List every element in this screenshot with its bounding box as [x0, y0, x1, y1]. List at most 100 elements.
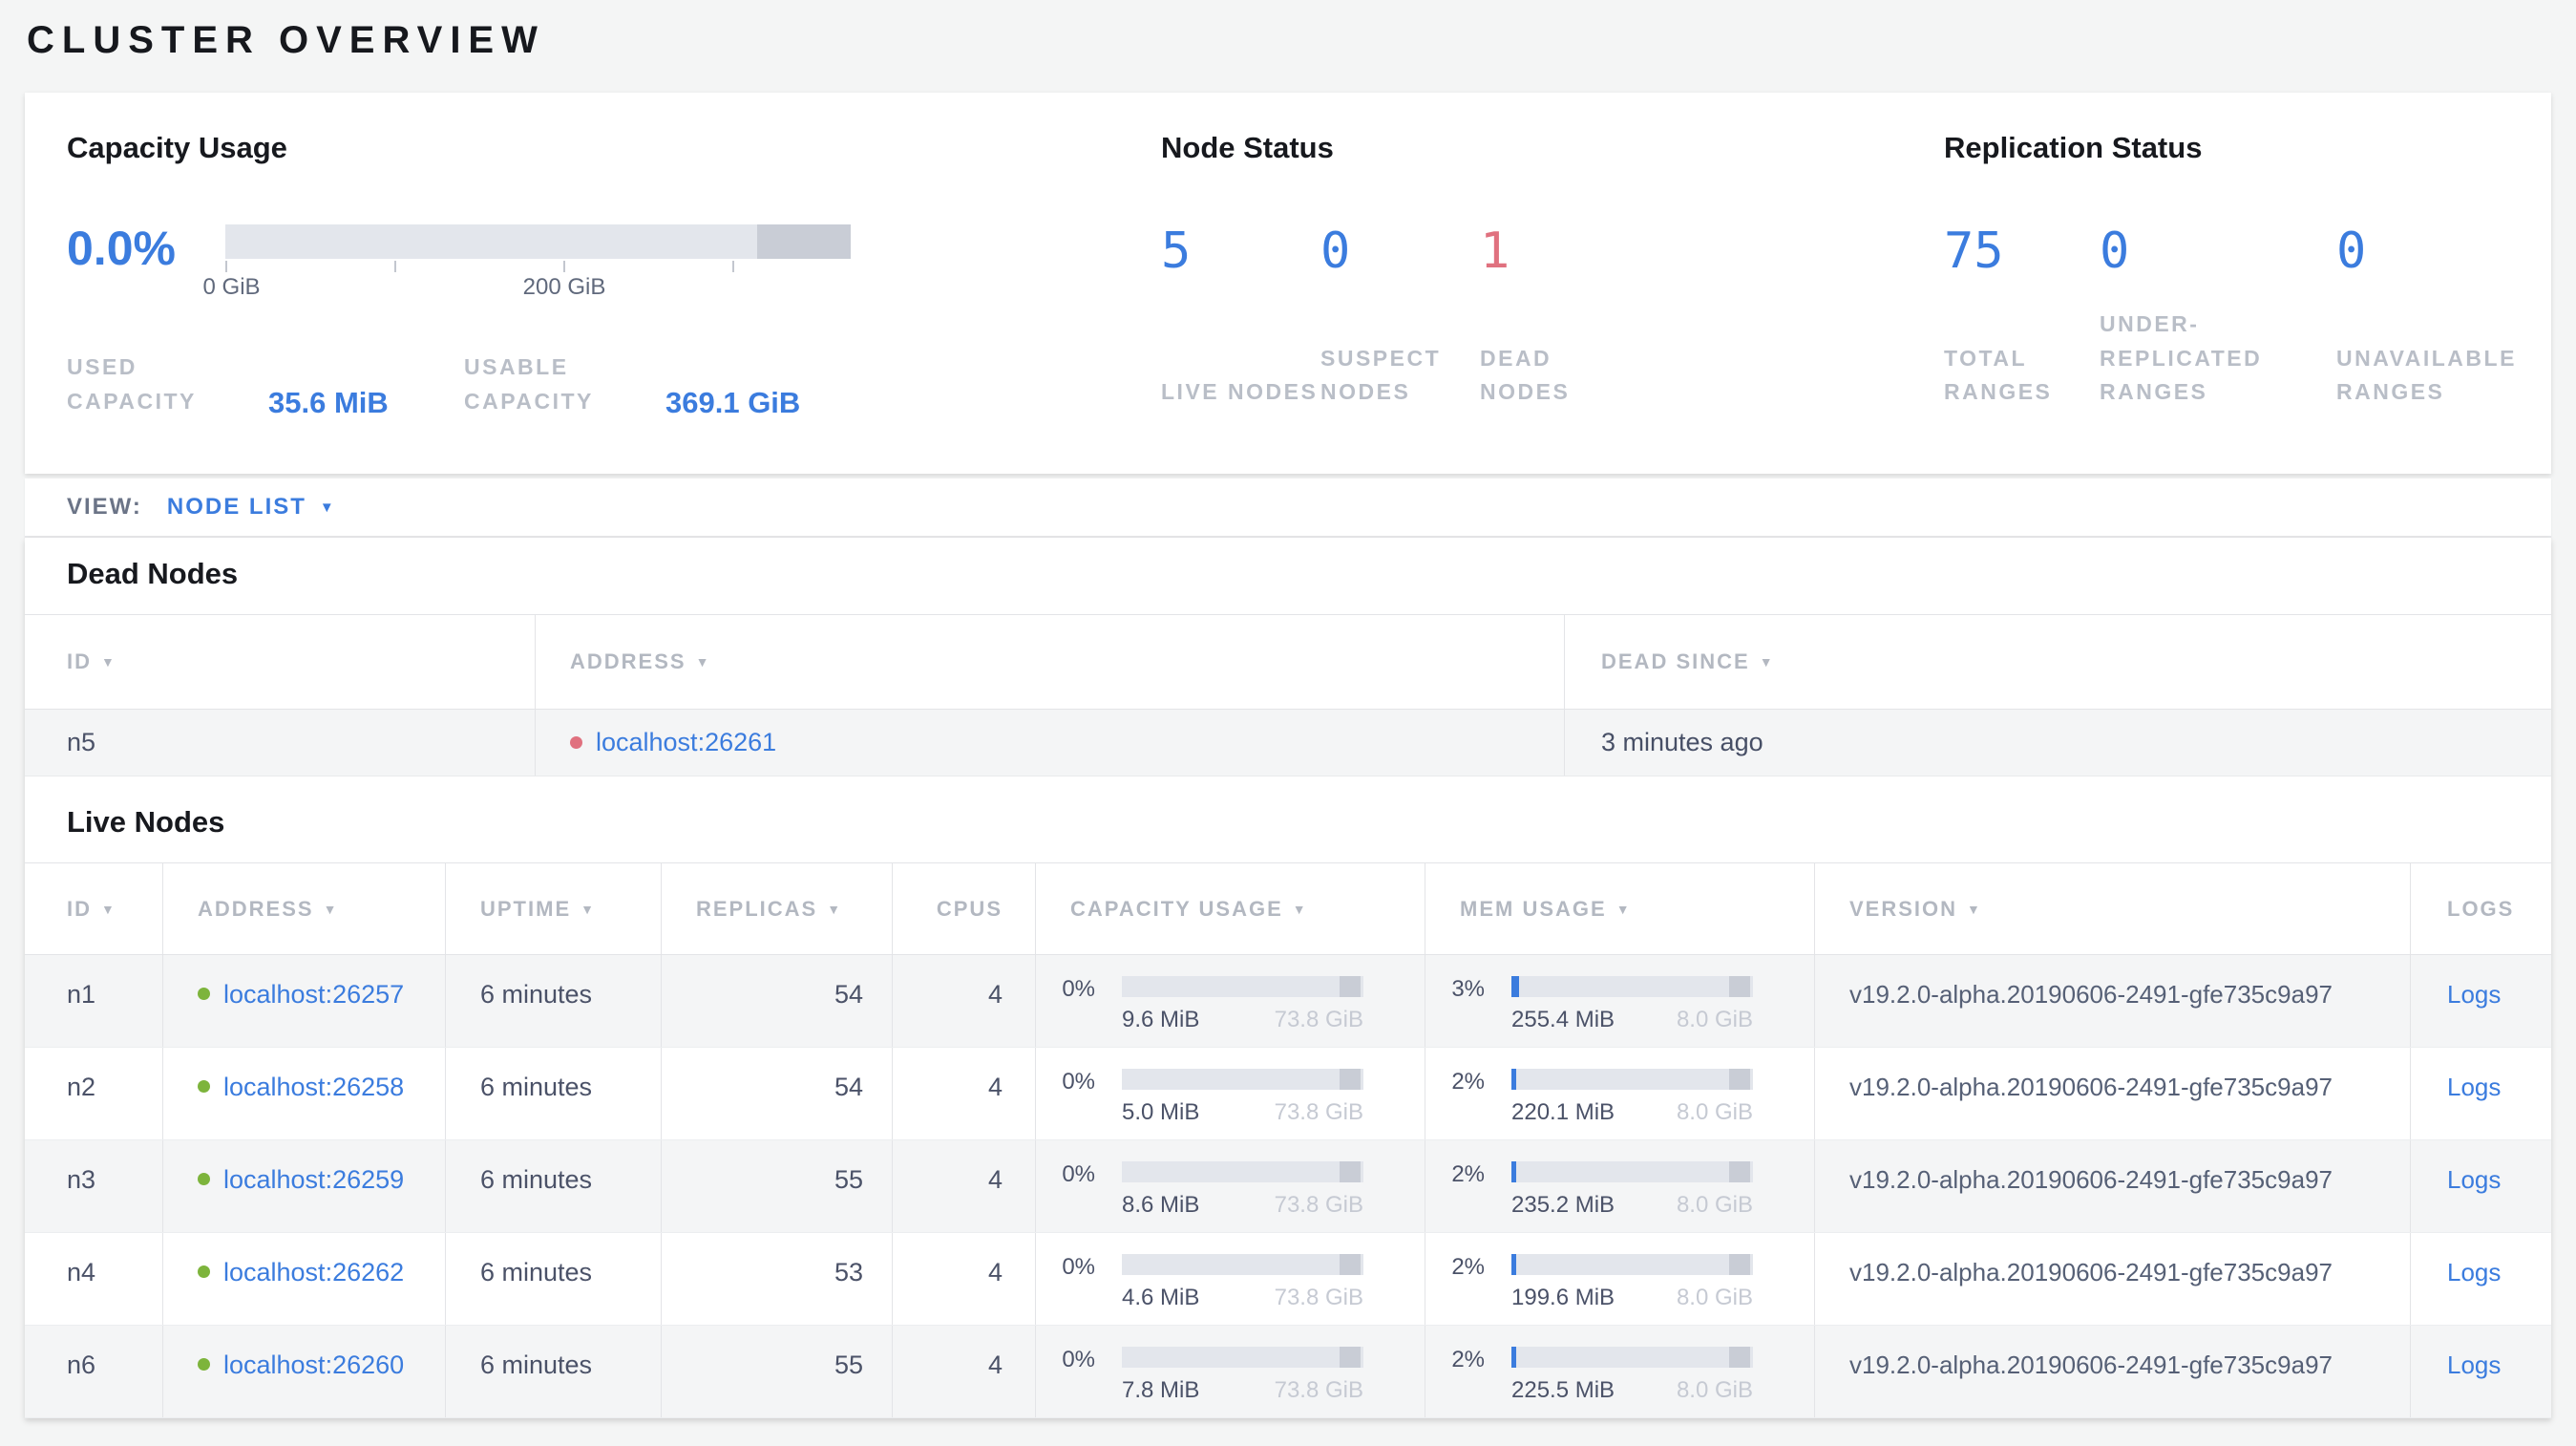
table-row: n4 localhost:26262 6 minutes 53 4 0% 4.6… [25, 1233, 2551, 1326]
node-live-dot-icon [198, 1173, 210, 1185]
node-logs-cell: Logs [2410, 955, 2551, 1047]
live-nodes-table-body: n1 localhost:26257 6 minutes 54 4 0% 9.6… [25, 955, 2551, 1418]
capacity-axis-ticks [225, 259, 851, 272]
mem-bar-used-fill [1511, 1161, 1517, 1182]
node-replicas-cell: 54 [661, 955, 892, 1047]
node-address-cell: localhost:26260 [162, 1326, 445, 1417]
capacity-usage-bar [1122, 976, 1363, 997]
node-logs-cell: Logs [2410, 1233, 2551, 1325]
replication-status-section: Replication Status 75 TOTAL RANGES 0 UND… [1944, 131, 2551, 474]
mem-bar-reserved-segment [1728, 1161, 1751, 1182]
suspect-nodes-stat: 0 SUSPECT NODES [1320, 226, 1480, 410]
node-mem-usage-cell: 3% 255.4 MiB 8.0 GiB [1425, 955, 1814, 1047]
node-address-link[interactable]: localhost:26260 [223, 1350, 404, 1380]
under-replicated-label: UNDER-REPLICATED RANGES [2100, 311, 2263, 405]
node-mem-usage-cell: 2% 235.2 MiB 8.0 GiB [1425, 1140, 1814, 1232]
table-row: n5 localhost:26261 3 minutes ago [25, 710, 2551, 776]
node-logs-cell: Logs [2410, 1048, 2551, 1139]
mem-bar-used-fill [1511, 1254, 1517, 1275]
logs-link[interactable]: Logs [2447, 1258, 2501, 1287]
axis-tick [393, 261, 396, 272]
axis-label-200gib: 200 GiB [522, 274, 606, 300]
sort-desc-icon: ▼ [581, 901, 594, 917]
total-ranges-label: TOTAL RANGES [1944, 345, 2053, 405]
capacity-bar-reserved-segment [1339, 1161, 1362, 1182]
view-dropdown[interactable]: NODE LIST ▼ [167, 494, 336, 521]
mem-bar-used-fill [1511, 1069, 1517, 1090]
node-live-dot-icon [198, 1265, 210, 1278]
node-id-cell: n2 [67, 1073, 96, 1101]
capacity-usage-bar [1122, 1069, 1363, 1090]
dead-nodes-count: 1 [1480, 223, 1510, 280]
usable-capacity-label: USABLE CAPACITY [464, 354, 594, 414]
sort-desc-icon: ▼ [827, 901, 841, 917]
used-capacity-label: USED CAPACITY [67, 354, 197, 414]
capacity-axis-labels: 0 GiB 200 GiB [203, 274, 851, 303]
usable-capacity-value: 369.1 GiB [665, 386, 801, 420]
live-header-mem-usage[interactable]: MEM USAGE ▼ [1425, 863, 1814, 954]
capacity-percent: 0.0% [67, 222, 176, 275]
dead-nodes-table-header: ID ▼ ADDRESS ▼ DEAD SINCE ▼ [25, 614, 2551, 710]
total-ranges-stat: 75 TOTAL RANGES [1944, 226, 2100, 410]
dead-node-since-cell: 3 minutes ago [1564, 710, 2551, 776]
node-address-cell: localhost:26257 [162, 955, 445, 1047]
mem-bar-reserved-segment [1728, 1069, 1751, 1090]
node-address-cell: localhost:26262 [162, 1233, 445, 1325]
live-header-replicas[interactable]: REPLICAS ▼ [661, 863, 892, 954]
node-address-link[interactable]: localhost:26257 [223, 980, 404, 1010]
node-uptime-cell: 6 minutes [445, 955, 661, 1047]
replication-stats: 75 TOTAL RANGES 0 UNDER-REPLICATED RANGE… [1944, 226, 2551, 410]
capacity-bar-reserved-segment [1339, 1347, 1362, 1368]
capacity-usage-bar [1122, 1254, 1363, 1275]
node-address-link[interactable]: localhost:26261 [596, 728, 776, 757]
capacity-stats: USED CAPACITY 35.6 MiB USABLE CAPACITY 3… [67, 351, 1161, 420]
node-status-title: Node Status [1161, 131, 1334, 164]
node-address-link[interactable]: localhost:26258 [223, 1073, 404, 1102]
view-label: VIEW: [67, 494, 142, 520]
sort-desc-icon: ▼ [1967, 901, 1980, 917]
node-mem-usage-cell: 2% 199.6 MiB 8.0 GiB [1425, 1233, 1814, 1325]
unavailable-label: UNAVAILABLE RANGES [2336, 345, 2517, 405]
live-header-uptime[interactable]: UPTIME ▼ [445, 863, 661, 954]
node-logs-cell: Logs [2410, 1140, 2551, 1232]
used-capacity-value: 35.6 MiB [268, 386, 389, 420]
node-mem-usage-cell: 2% 220.1 MiB 8.0 GiB [1425, 1048, 1814, 1139]
node-mem-usage-cell: 2% 225.5 MiB 8.0 GiB [1425, 1326, 1814, 1417]
dead-header-id[interactable]: ID ▼ [25, 615, 535, 709]
page-title: CLUSTER OVERVIEW [27, 19, 545, 61]
live-header-capacity-usage[interactable]: CAPACITY USAGE ▼ [1035, 863, 1425, 954]
capacity-gauge: 0.0% 0 GiB 200 GiB [67, 224, 1161, 303]
live-header-address[interactable]: ADDRESS ▼ [162, 863, 445, 954]
node-replicas-cell: 53 [661, 1233, 892, 1325]
logs-link[interactable]: Logs [2447, 1073, 2501, 1102]
under-replicated-count: 0 [2100, 223, 2130, 280]
node-address-link[interactable]: localhost:26262 [223, 1258, 404, 1287]
capacity-usage-bar [1122, 1161, 1363, 1182]
logs-link[interactable]: Logs [2447, 1350, 2501, 1380]
axis-tick [731, 261, 734, 272]
dead-header-dead-since[interactable]: DEAD SINCE ▼ [1564, 615, 2551, 709]
node-id-cell: n3 [67, 1165, 96, 1194]
dead-nodes-label: DEAD NODES [1480, 345, 1571, 405]
logs-link[interactable]: Logs [2447, 980, 2501, 1010]
node-address-cell: localhost:26259 [162, 1140, 445, 1232]
table-row: n1 localhost:26257 6 minutes 54 4 0% 9.6… [25, 955, 2551, 1048]
live-nodes-title: Live Nodes [67, 805, 225, 839]
live-header-logs: LOGS [2410, 863, 2551, 954]
capacity-usage-section: Capacity Usage 0.0% 0 GiB 200 GiB USED C… [67, 131, 1161, 474]
replication-status-title: Replication Status [1944, 131, 2203, 164]
dead-header-address[interactable]: ADDRESS ▼ [535, 615, 1564, 709]
node-capacity-usage-cell: 0% 4.6 MiB 73.8 GiB [1035, 1233, 1425, 1325]
live-header-id[interactable]: ID ▼ [25, 863, 162, 954]
node-status-stats: 5 LIVE NODES 0 SUSPECT NODES 1 DEAD NODE… [1161, 226, 1944, 410]
mem-usage-bar [1511, 1069, 1753, 1090]
under-replicated-ranges-stat: 0 UNDER-REPLICATED RANGES [2100, 226, 2336, 410]
node-cpus-cell: 4 [892, 955, 1035, 1047]
capacity-usage-title: Capacity Usage [67, 131, 287, 164]
node-capacity-usage-cell: 0% 9.6 MiB 73.8 GiB [1035, 955, 1425, 1047]
node-address-link[interactable]: localhost:26259 [223, 1165, 404, 1195]
live-header-version[interactable]: VERSION ▼ [1814, 863, 2410, 954]
node-cpus-cell: 4 [892, 1140, 1035, 1232]
node-logs-cell: Logs [2410, 1326, 2551, 1417]
logs-link[interactable]: Logs [2447, 1165, 2501, 1195]
